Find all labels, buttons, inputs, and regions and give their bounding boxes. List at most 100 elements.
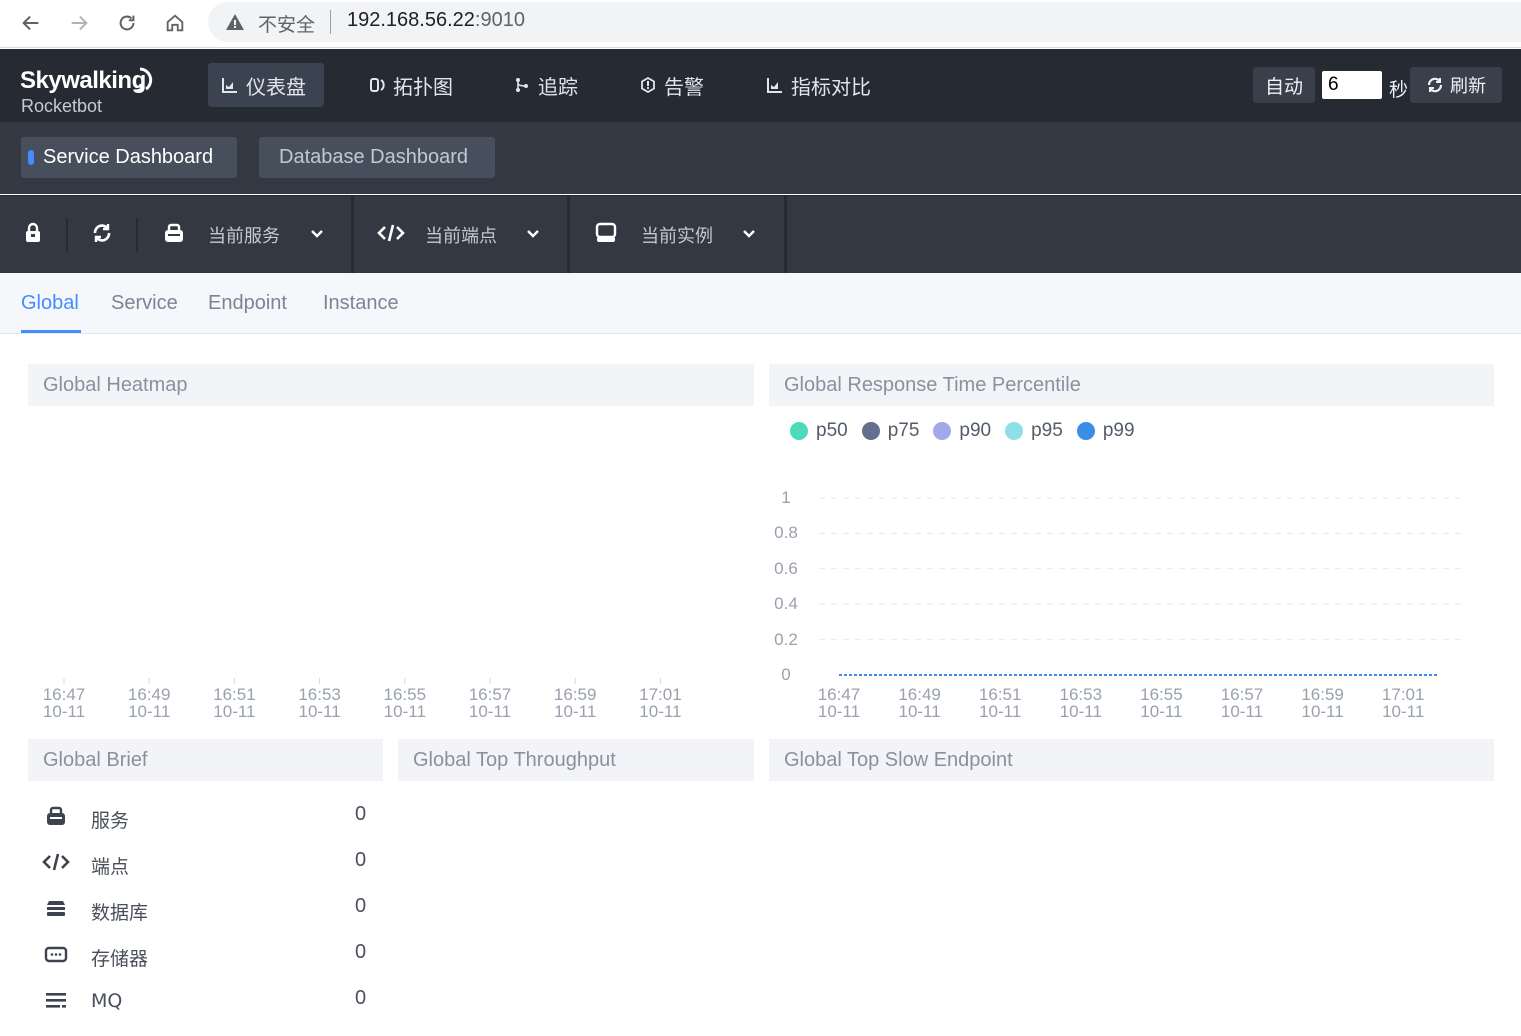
address-bar[interactable]: 不安全 192.168.56.22:9010	[208, 2, 1521, 42]
legend-swatch	[1005, 422, 1024, 440]
heatmap-x-tick-date: 10-11	[383, 702, 426, 721]
heatmap-x-tick-time: 16:53	[298, 685, 341, 704]
x-tick-time: 16:51	[978, 685, 1022, 704]
brief-label: 存储器	[91, 948, 149, 970]
instance-icon	[595, 222, 617, 242]
legend-label: p90	[959, 420, 992, 441]
x-tick-date: 10-11	[1140, 702, 1183, 721]
divider	[351, 196, 354, 274]
instance-selector-label: 当前实例	[641, 226, 713, 247]
heatmap-x-tick-time: 17:01	[639, 685, 682, 704]
tab-global[interactable]: Global	[21, 292, 79, 315]
tab-endpoint[interactable]: Endpoint	[208, 292, 287, 315]
app-header: Skywalking Rocketbot 仪表盘 拓扑图 追踪 告警 指标对比 …	[0, 49, 1521, 122]
nav-compare[interactable]: 指标对比	[753, 63, 885, 107]
database-icon	[47, 901, 65, 916]
home-button[interactable]	[160, 8, 190, 38]
heatmap-x-tick-date: 10-11	[639, 702, 682, 721]
compare-icon	[767, 78, 782, 93]
x-tick-time: 16:53	[1059, 685, 1103, 704]
active-indicator	[28, 150, 34, 165]
legend-label: p75	[887, 420, 920, 441]
brief-value: 0	[355, 987, 367, 1009]
warning-icon[interactable]	[225, 12, 245, 32]
heatmap-x-tick-time: 16:57	[468, 685, 512, 704]
reload-button[interactable]	[112, 8, 142, 38]
divider	[784, 196, 787, 274]
nav-dashboard-label: 仪表盘	[246, 74, 306, 99]
percentile-legend: p50 p75 p90 p95 p99	[790, 420, 1149, 442]
x-tick-date: 10-11	[979, 702, 1022, 721]
percentile-panel-title: Global Response Time Percentile	[769, 364, 1494, 406]
logo-sub: Rocketbot	[21, 96, 103, 116]
selector-bar: 当前服务 当前端点 当前实例	[0, 195, 1521, 274]
nav-topology-label: 拓扑图	[393, 74, 453, 99]
heatmap-x-tick-time: 16:59	[553, 685, 597, 704]
refresh-icon	[1427, 77, 1443, 93]
endpoint-icon	[377, 224, 405, 242]
alarm-icon	[641, 77, 655, 93]
legend-label: p99	[1102, 420, 1135, 441]
brief-value: 0	[355, 895, 367, 917]
home-icon	[166, 14, 184, 32]
legend-swatch	[861, 422, 880, 440]
y-tick-label: 0.2	[774, 629, 798, 649]
legend-item[interactable]: p75	[861, 420, 920, 442]
chevron-down-icon	[743, 230, 755, 238]
heatmap-x-tick-date: 10-11	[468, 702, 512, 721]
legend-item[interactable]: p90	[933, 420, 991, 442]
service-icon	[47, 806, 65, 825]
x-tick-time: 16:55	[1140, 685, 1183, 704]
nav-trace[interactable]: 追踪	[500, 63, 592, 107]
arrow-right-icon	[71, 15, 88, 31]
heatmap-x-tick-time: 16:55	[383, 685, 427, 704]
interval-input[interactable]	[1322, 71, 1382, 99]
nav-compare-label: 指标对比	[791, 74, 871, 99]
tab-database-dashboard[interactable]: Database Dashboard	[259, 137, 495, 178]
tab-database-dashboard-label: Database Dashboard	[279, 146, 469, 168]
legend-item[interactable]: p99	[1076, 420, 1135, 442]
brief-value: 0	[355, 941, 367, 963]
tab-service-dashboard[interactable]: Service Dashboard	[21, 137, 237, 178]
slow-endpoint-panel-title: Global Top Slow Endpoint	[769, 739, 1494, 781]
tab-instance[interactable]: Instance	[323, 292, 399, 315]
service-selector-label: 当前服务	[208, 226, 280, 247]
nav-alarm[interactable]: 告警	[626, 63, 718, 107]
forward-button[interactable]	[64, 8, 94, 38]
security-label[interactable]: 不安全	[258, 10, 315, 37]
legend-swatch	[933, 422, 952, 440]
brief-value: 0	[355, 849, 367, 871]
x-tick-date: 10-11	[1301, 702, 1344, 721]
y-tick-label: 1	[781, 488, 791, 507]
heatmap-x-tick-date: 10-11	[298, 702, 341, 721]
auto-refresh-button[interactable]: 自动	[1253, 67, 1315, 103]
nav-dashboard[interactable]: 仪表盘	[208, 63, 324, 107]
legend-item[interactable]: p50	[790, 420, 848, 442]
mq-icon	[46, 993, 66, 1008]
url-text[interactable]: 192.168.56.22:9010	[347, 9, 525, 32]
sync-icon[interactable]	[91, 222, 113, 244]
legend-swatch	[1076, 422, 1095, 440]
url-host: 192.168.56.22	[347, 9, 475, 31]
divider	[567, 196, 570, 274]
legend-item[interactable]: p95	[1005, 420, 1063, 442]
brief-label: MQ	[91, 990, 123, 1012]
brief-row-endpoint: 端点 0	[28, 842, 383, 882]
x-tick-date: 10-11	[1220, 702, 1264, 721]
x-tick-time: 17:01	[1381, 685, 1425, 704]
lock-icon[interactable]	[22, 222, 44, 244]
browser-toolbar: 不安全 192.168.56.22:9010	[0, 0, 1521, 48]
refresh-label: 刷新	[1450, 76, 1486, 97]
brief-label: 服务	[91, 810, 130, 832]
nav-trace-label: 追踪	[538, 74, 578, 99]
trace-icon	[516, 78, 528, 92]
tab-service[interactable]: Service	[111, 292, 178, 315]
heatmap-x-tick-date: 10-11	[554, 702, 597, 721]
topology-icon	[370, 78, 385, 92]
x-tick-date: 10-11	[1382, 702, 1425, 721]
refresh-button[interactable]: 刷新	[1410, 67, 1502, 103]
heatmap-x-tick-time: 16:51	[213, 685, 256, 704]
back-button[interactable]	[16, 8, 46, 38]
legend-swatch	[790, 422, 808, 440]
nav-topology[interactable]: 拓扑图	[355, 63, 467, 107]
